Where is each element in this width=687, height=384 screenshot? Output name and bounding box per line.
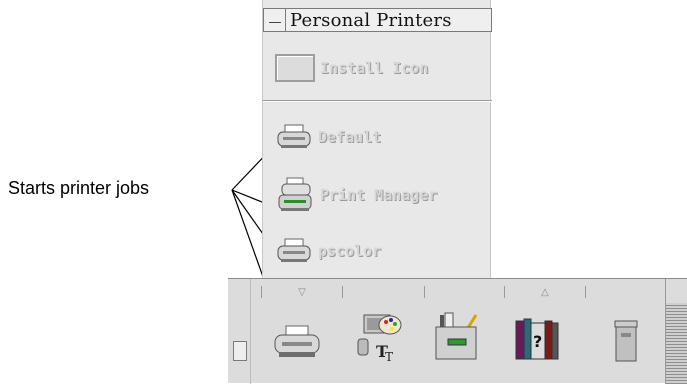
install-icon-label: Install Icon: [320, 59, 429, 77]
help-icon[interactable]: ?: [514, 315, 560, 363]
style-manager-icon[interactable]: T T: [352, 309, 404, 365]
subpanel-item-label: Default: [318, 128, 382, 146]
subpanel-title: Personal Printers: [290, 9, 452, 31]
callout-label: Starts printer jobs: [8, 178, 150, 198]
file-manager-icon[interactable]: [432, 309, 486, 365]
arrow-tab-separator: [342, 286, 343, 298]
printer-icon[interactable]: [272, 323, 322, 363]
subpanel-arrow-row: ▽ △: [228, 284, 687, 300]
close-subpanel-arrow[interactable]: ▽: [262, 284, 342, 300]
print-manager-icon: [278, 177, 312, 211]
open-subpanel-arrow[interactable]: △: [505, 284, 585, 300]
arrow-tab-separator: [585, 286, 586, 298]
subpanel-title-bar: Personal Printers: [263, 8, 492, 32]
svg-text:?: ?: [533, 332, 542, 351]
subpanel-item-label: pscolor: [318, 242, 382, 260]
chevron-down-icon: ▽: [298, 286, 306, 298]
subpanel-item-label: Print Manager: [320, 186, 438, 204]
subpanel-divider-highlight: [263, 101, 492, 102]
front-panel: ▽ △ T T ?: [228, 278, 687, 384]
svg-text:T: T: [385, 350, 393, 364]
trash-icon[interactable]: [612, 319, 642, 365]
close-subpanel-button[interactable]: [264, 9, 286, 31]
printer-icon: [277, 238, 311, 262]
subpanel-item-print-manager[interactable]: Print Manager: [275, 177, 437, 213]
subpanel-item-default[interactable]: Default: [275, 122, 381, 152]
workspace-switch-stub[interactable]: [233, 341, 247, 361]
front-panel-right-handle-top: [665, 279, 687, 303]
personal-printers-subpanel: Personal Printers Install Icon Default P…: [262, 0, 492, 283]
arrow-tab-separator: [424, 286, 425, 298]
printer-icon: [277, 124, 311, 148]
chevron-up-icon: △: [541, 286, 549, 298]
subpanel-item-pscolor[interactable]: pscolor: [275, 236, 381, 266]
install-drop-box-icon: [275, 54, 315, 82]
install-icon-drop-zone[interactable]: Install Icon: [275, 54, 428, 82]
minimize-icon: [268, 21, 281, 23]
